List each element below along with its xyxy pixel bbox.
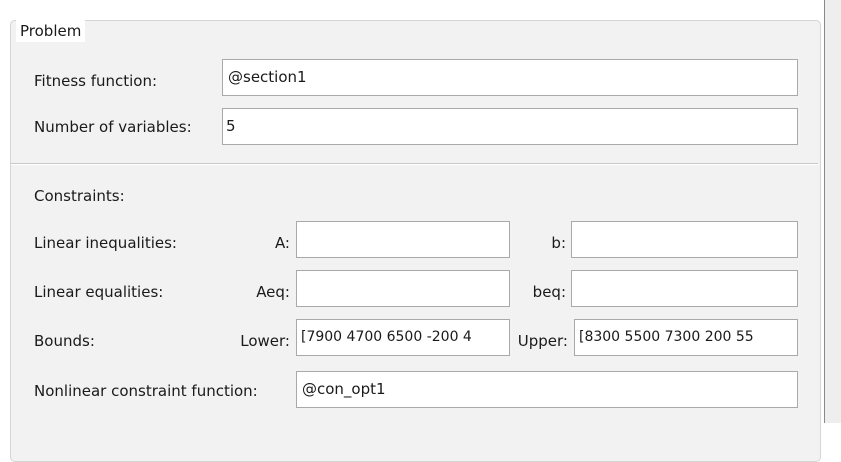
a-label: A: <box>274 234 290 252</box>
number-of-variables-input[interactable]: 5 <box>222 108 798 145</box>
number-of-variables-label: Number of variables: <box>34 118 192 136</box>
a-input[interactable] <box>296 221 510 258</box>
problem-group-title: Problem <box>16 20 86 42</box>
fitness-function-label: Fitness function: <box>34 72 158 90</box>
b-label: b: <box>551 234 566 252</box>
beq-input[interactable] <box>571 270 798 307</box>
lower-bounds-input[interactable]: [7900 4700 6500 -200 4 <box>296 319 510 356</box>
fitness-function-input[interactable]: @section1 <box>222 59 798 96</box>
b-input[interactable] <box>571 221 798 258</box>
linear-equalities-label: Linear equalities: <box>34 283 164 301</box>
beq-label: beq: <box>532 283 566 301</box>
upper-bounds-input[interactable]: [8300 5500 7300 200 55 <box>574 319 798 356</box>
lower-label: Lower: <box>240 332 290 350</box>
nonlinear-constraint-label: Nonlinear constraint function: <box>34 382 258 400</box>
constraints-heading: Constraints: <box>34 187 125 205</box>
right-pane <box>825 0 841 423</box>
upper-label: Upper: <box>517 332 568 350</box>
bounds-label: Bounds: <box>34 332 95 350</box>
aeq-label: Aeq: <box>256 283 290 301</box>
nonlinear-constraint-input[interactable]: @con_opt1 <box>296 371 798 408</box>
aeq-input[interactable] <box>296 270 510 307</box>
linear-inequalities-label: Linear inequalities: <box>34 234 177 252</box>
